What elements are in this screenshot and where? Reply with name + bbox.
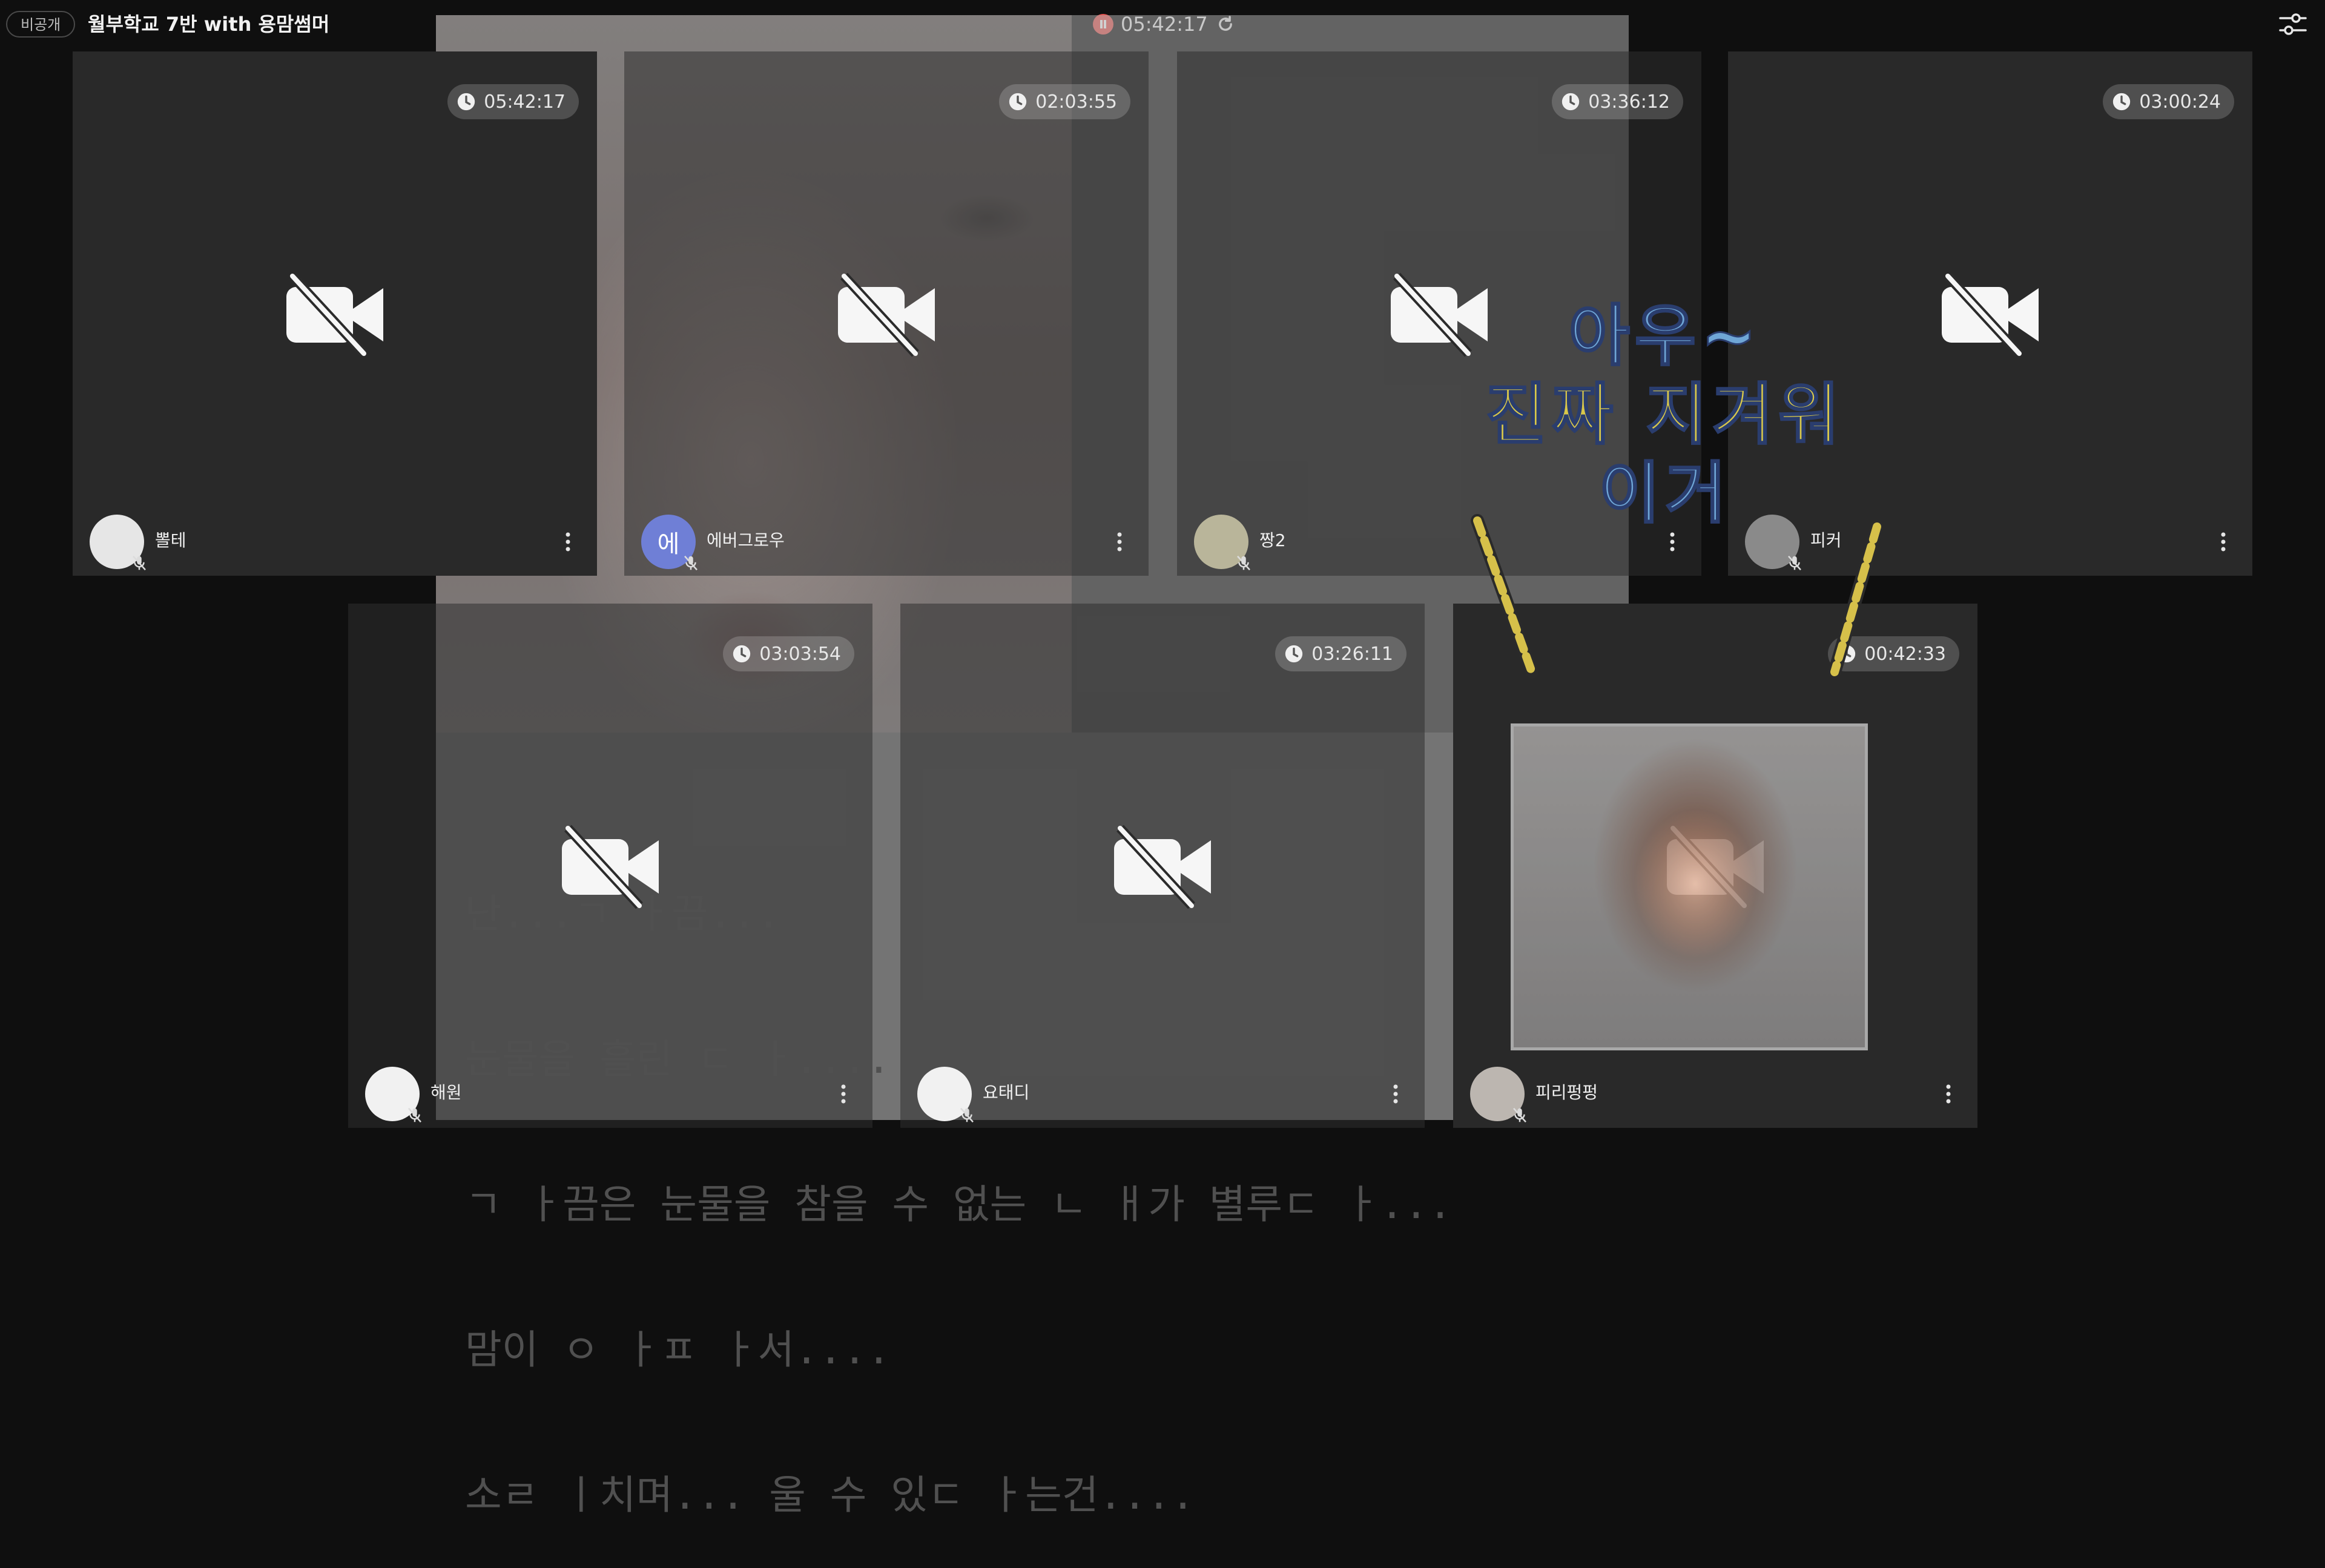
tile-timer-text: 02:03:55 — [1035, 91, 1117, 113]
participant-tile[interactable]: 02:03:55 에 에버그로우 — [624, 51, 1149, 576]
clock-icon — [1562, 93, 1580, 111]
clock-icon — [458, 93, 475, 111]
overlay-caption: 난...ㄱ ㅏ끔... 눈물을 흘린 ㄷ ㅏ.... ㄱ ㅏ끔은 눈물을 참을 … — [465, 793, 1453, 1568]
tile-timer: 02:03:55 — [999, 84, 1130, 119]
kebab-menu-icon[interactable] — [2220, 530, 2227, 554]
caption-line: 난...ㄱ ㅏ끔... — [465, 891, 781, 937]
clock-icon — [733, 645, 751, 663]
tile-timer: 03:36:12 — [1552, 84, 1683, 119]
kebab-menu-icon[interactable] — [1945, 1082, 1952, 1106]
settings-sliders-icon[interactable] — [2278, 11, 2308, 38]
participant-name: 에버그로우 — [707, 530, 785, 550]
participant-name: 뽈테 — [155, 530, 186, 550]
kebab-menu-icon[interactable] — [1116, 530, 1123, 554]
caption-line: 눈물을 흘린 ㄷ ㅏ.... — [465, 1036, 891, 1082]
clock-icon — [2113, 93, 2131, 111]
video-camera-off-icon — [286, 272, 383, 357]
tile-timer-text: 03:03:54 — [759, 643, 841, 665]
avatar-letter: 에 — [657, 530, 680, 558]
mic-off-icon — [408, 1107, 421, 1123]
participant-name: 짱2 — [1259, 530, 1286, 550]
sticker-line: 진짜 지겨워 — [1485, 375, 1845, 455]
video-camera-off-icon — [838, 272, 935, 357]
tile-timer-text: 03:36:12 — [1588, 91, 1670, 113]
participant-name: 피리펑펑 — [1535, 1082, 1598, 1102]
mic-off-icon — [684, 555, 698, 571]
tile-timer-text: 03:26:11 — [1311, 643, 1393, 665]
room-title: 월부학교 7반 with 용맘썸머 — [88, 13, 330, 36]
overlay-laughing-photo — [1511, 723, 1868, 1050]
overlay-sticker-text: 아우~ 진짜 지겨워 이거 — [1471, 297, 1859, 533]
caption-line: ㄱ ㅏ끔은 눈물을 참을 수 없는 ㄴ ㅐ가 별루ㄷ ㅏ... — [465, 1181, 1453, 1228]
tile-timer-text: 05:42:17 — [484, 91, 566, 113]
participant-name: 해원 — [430, 1082, 462, 1102]
caption-line: 소ㄹ ㅣ치며... 울 수 있ㄷ ㅏ는건.... — [465, 1472, 1195, 1518]
participant-tile[interactable]: 05:42:17 뽈테 — [73, 51, 597, 576]
tile-timer: 03:26:11 — [1275, 636, 1407, 671]
clock-icon — [1009, 93, 1027, 111]
mic-off-icon — [1513, 1107, 1526, 1123]
clock-icon — [1285, 645, 1303, 663]
tile-timer: 05:42:17 — [447, 84, 579, 119]
mic-off-icon — [133, 555, 146, 571]
caption-line: 맘이 ㅇ ㅏㅍ ㅏ서.... — [465, 1326, 891, 1373]
sticker-line: 이거 — [1598, 454, 1732, 533]
privacy-badge: 비공개 — [6, 11, 76, 38]
tile-timer: 03:00:24 — [2103, 84, 2234, 119]
sticker-line: 아우~ — [1568, 297, 1762, 376]
tile-timer-text: 03:00:24 — [2139, 91, 2221, 113]
tile-timer: 03:03:54 — [723, 636, 854, 671]
mic-off-icon — [1237, 555, 1250, 571]
video-camera-off-icon — [1942, 272, 2039, 357]
kebab-menu-icon[interactable] — [564, 530, 572, 554]
